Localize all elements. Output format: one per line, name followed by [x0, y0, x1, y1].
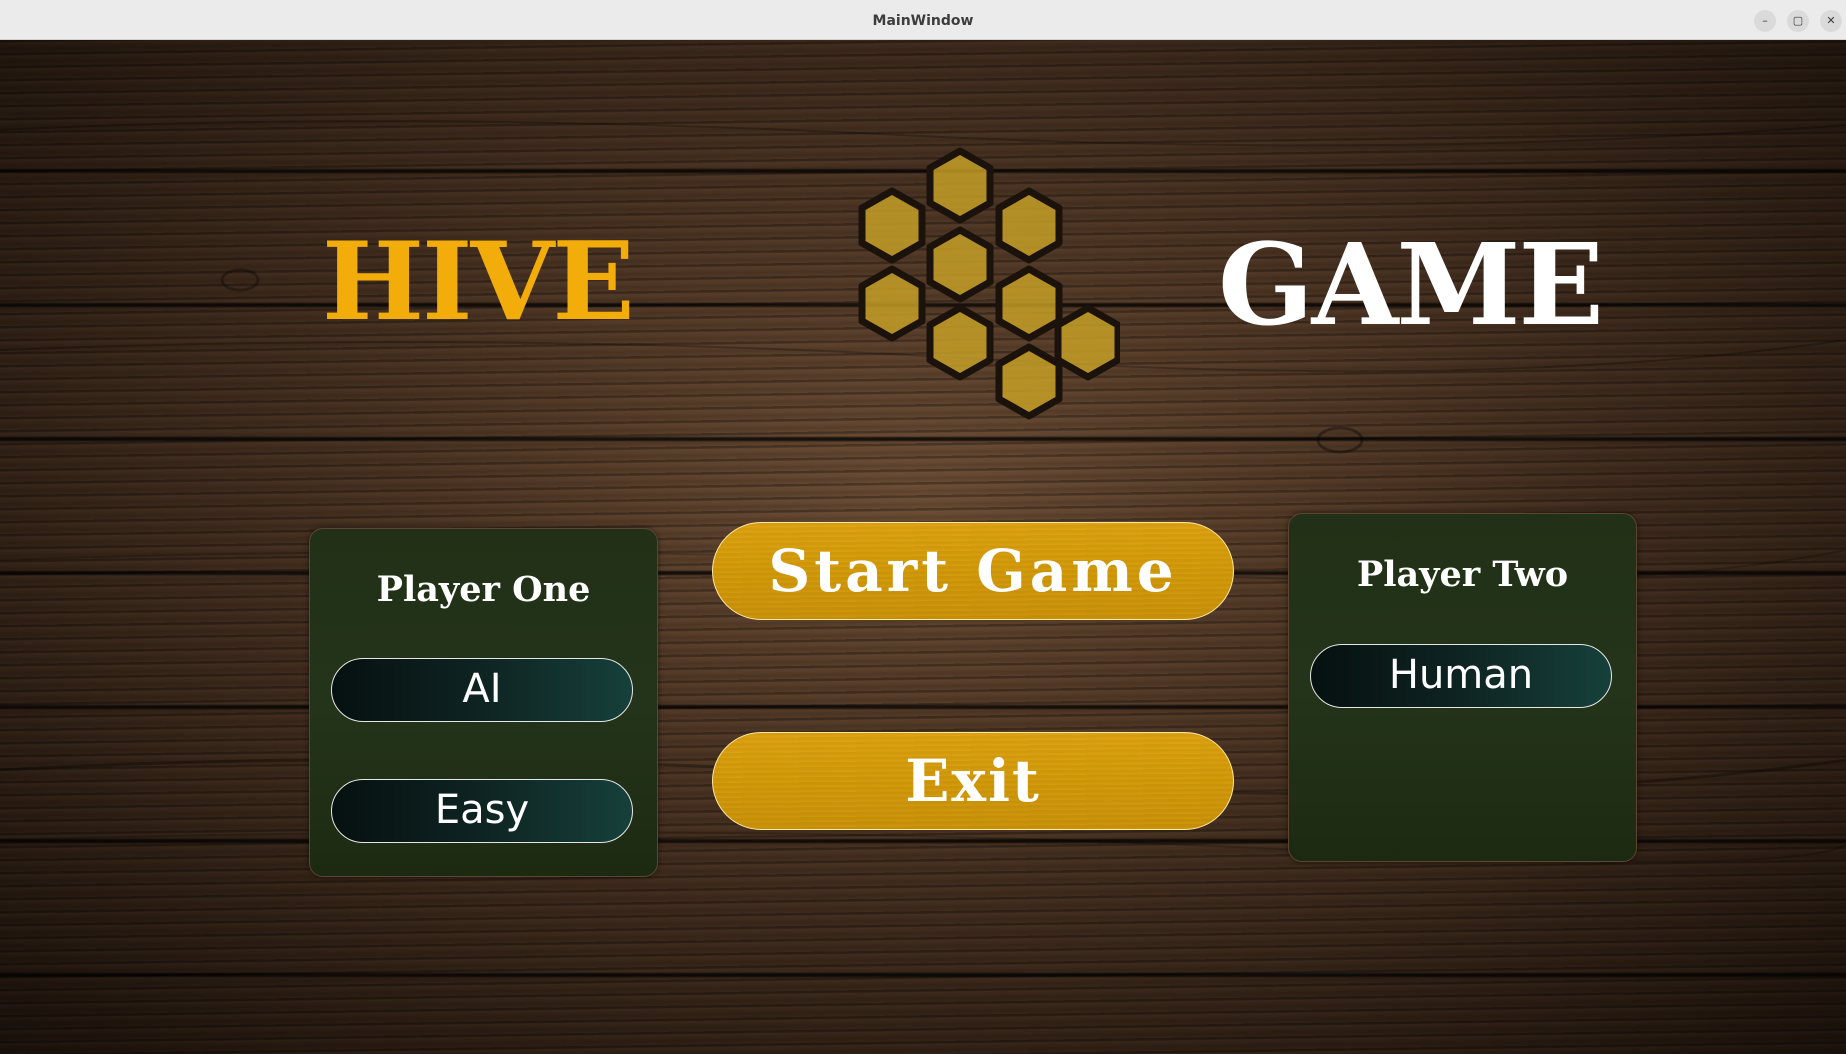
- player-one-title: Player One: [376, 569, 591, 610]
- maximize-button[interactable]: ▢: [1787, 10, 1809, 32]
- window-title: MainWindow: [872, 13, 974, 29]
- close-button[interactable]: ✕: [1820, 10, 1842, 32]
- title-hive: HIVE: [322, 219, 635, 345]
- player-one-difficulty-selector[interactable]: Easy: [331, 779, 633, 843]
- player-one-type-selector[interactable]: AI: [331, 658, 633, 722]
- player-two-type-selector[interactable]: Human: [1310, 644, 1612, 708]
- player-two-title: Player Two: [1356, 554, 1569, 595]
- honeycomb-icon: [858, 147, 1120, 420]
- start-game-button[interactable]: Start Game: [712, 522, 1234, 620]
- title-game: GAME: [1218, 220, 1604, 351]
- main-window: MainWindow – ▢ ✕ HIVE GAME Player One AI…: [0, 0, 1846, 1054]
- title-bar: MainWindow – ▢ ✕: [0, 0, 1846, 40]
- player-one-panel: Player One AI Easy: [309, 528, 658, 877]
- minimize-button[interactable]: –: [1754, 10, 1776, 32]
- player-two-panel: Player Two Human: [1288, 513, 1637, 862]
- exit-button[interactable]: Exit: [712, 732, 1234, 830]
